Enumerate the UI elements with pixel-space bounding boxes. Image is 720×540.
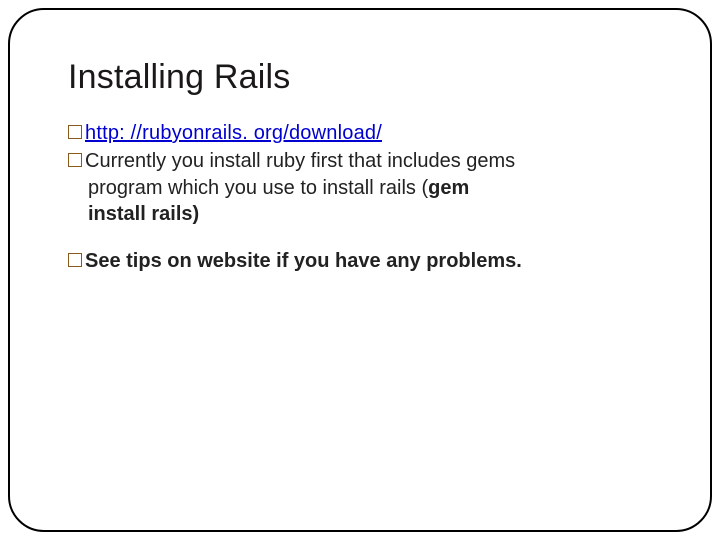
- slide-frame: Installing Rails http: //rubyonrails. or…: [8, 8, 712, 532]
- bullet-item-2: Currently you install ruby first that in…: [68, 149, 652, 175]
- bullet-item-3: See tips on website if you have any prob…: [68, 249, 652, 275]
- bullet-square-icon: [68, 153, 82, 167]
- bullet-continuation: program which you use to install rails (…: [88, 176, 652, 202]
- bullet-text-bold: See tips on website if you have any prob…: [85, 249, 522, 275]
- slide-title: Installing Rails: [68, 58, 652, 97]
- bullet-square-icon: [68, 253, 82, 267]
- bullet-continuation-bold: install rails): [88, 202, 652, 228]
- bullet-item-1: http: //rubyonrails. org/download/: [68, 121, 652, 147]
- bold-text: gem: [428, 177, 469, 199]
- bullet-text: Currently you install ruby first that in…: [85, 149, 515, 175]
- text-part: program which you use to install rails (: [88, 177, 428, 199]
- bullet-square-icon: [68, 125, 82, 139]
- link-text[interactable]: http: //rubyonrails. org/download/: [85, 121, 382, 147]
